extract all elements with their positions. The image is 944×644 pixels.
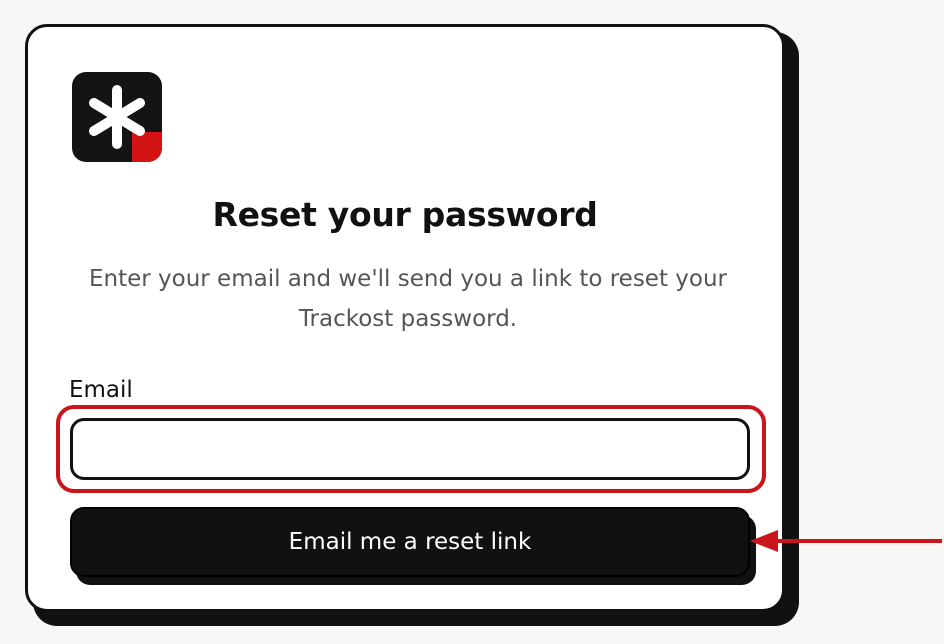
asterisk-logo-icon: [72, 72, 162, 162]
email-label: Email: [69, 377, 133, 403]
reset-password-card: Reset your password Enter your email and…: [25, 24, 785, 612]
email-reset-link-button[interactable]: Email me a reset link: [70, 507, 750, 577]
arrow-left-icon: [750, 530, 942, 552]
email-input[interactable]: [70, 418, 750, 480]
reset-password-page: Reset your password Enter your email and…: [0, 0, 944, 644]
page-title: Reset your password: [212, 195, 598, 234]
asterisk-glyph-icon: [89, 85, 145, 149]
page-subtitle: Enter your email and we'll send you a li…: [88, 266, 728, 332]
